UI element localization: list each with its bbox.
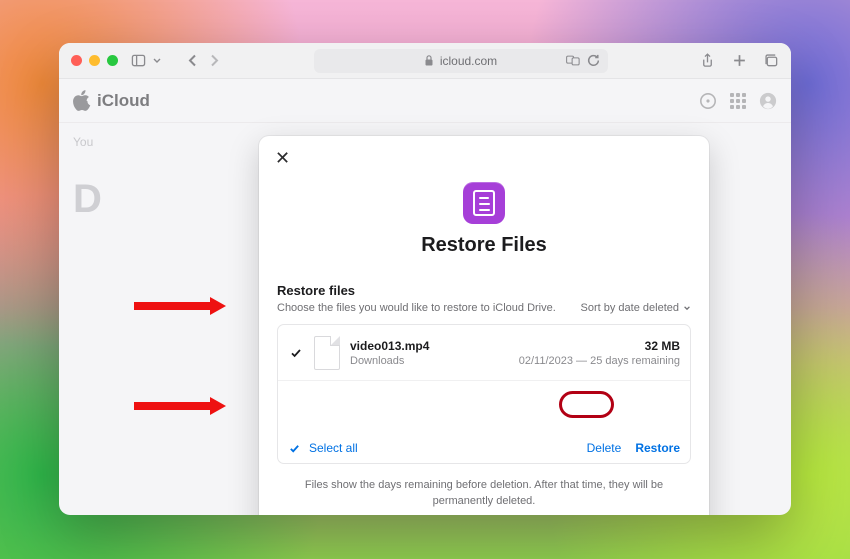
sidebar-toggle-icon[interactable] <box>130 53 146 69</box>
icloud-brand-label: iCloud <box>97 91 150 111</box>
address-bar-host: icloud.com <box>440 54 497 68</box>
checkmark-icon <box>288 442 301 455</box>
safari-toolbar: icloud.com <box>59 43 791 79</box>
section-subtitle: Choose the files you would like to resto… <box>277 302 556 314</box>
restore-files-app-icon <box>463 182 505 224</box>
share-icon[interactable] <box>699 53 715 69</box>
section-title: Restore files <box>277 283 691 298</box>
safari-window: icloud.com <box>59 43 791 515</box>
restore-files-modal: ✕ Restore Files Restore files Choose the… <box>259 136 709 515</box>
delete-button[interactable]: Delete <box>587 441 622 455</box>
select-all-button[interactable]: Select all <box>288 441 358 455</box>
reload-icon[interactable] <box>586 53 602 69</box>
chevron-down-icon <box>683 304 691 312</box>
notice-icon[interactable] <box>699 92 717 110</box>
desktop-wallpaper: icloud.com <box>0 0 850 559</box>
tabs-overview-icon[interactable] <box>763 53 779 69</box>
deleted-files-list: video013.mp4 Downloads 32 MB 02/11/2023 … <box>277 324 691 464</box>
file-size: 32 MB <box>519 339 680 353</box>
forward-button-icon[interactable] <box>206 53 222 69</box>
file-deleted-info: 02/11/2023 — 25 days remaining <box>519 355 680 367</box>
select-all-label: Select all <box>309 441 358 455</box>
chevron-down-icon[interactable] <box>152 53 162 69</box>
file-row[interactable]: video013.mp4 Downloads 32 MB 02/11/2023 … <box>278 325 690 381</box>
list-actions-bar: Select all Delete Restore <box>278 433 690 463</box>
minimize-window-button[interactable] <box>89 55 100 66</box>
close-icon: ✕ <box>275 148 290 168</box>
help-text: Files show the days remaining before del… <box>277 478 691 515</box>
translate-icon[interactable] <box>566 55 580 67</box>
help-line-1: Files show the days remaining before del… <box>287 478 681 510</box>
window-controls <box>71 55 118 66</box>
restore-button[interactable]: Restore <box>635 441 680 455</box>
apple-logo-icon <box>73 92 91 110</box>
new-tab-icon[interactable] <box>731 53 747 69</box>
modal-title: Restore Files <box>277 234 691 257</box>
lock-icon <box>424 56 434 66</box>
file-icon <box>314 336 340 370</box>
file-location: Downloads <box>350 355 509 367</box>
zoom-window-button[interactable] <box>107 55 118 66</box>
icloud-header: iCloud <box>59 79 791 123</box>
close-modal-button[interactable]: ✕ <box>275 148 290 169</box>
back-button-icon[interactable] <box>184 53 200 69</box>
sort-dropdown[interactable]: Sort by date deleted <box>581 302 691 314</box>
file-name: video013.mp4 <box>350 339 509 353</box>
file-checkbox[interactable] <box>288 345 304 361</box>
list-empty-space <box>278 381 690 433</box>
app-launcher-icon[interactable] <box>729 92 747 110</box>
account-icon[interactable] <box>759 92 777 110</box>
sort-label: Sort by date deleted <box>581 302 679 314</box>
close-window-button[interactable] <box>71 55 82 66</box>
address-bar[interactable]: icloud.com <box>314 49 608 73</box>
